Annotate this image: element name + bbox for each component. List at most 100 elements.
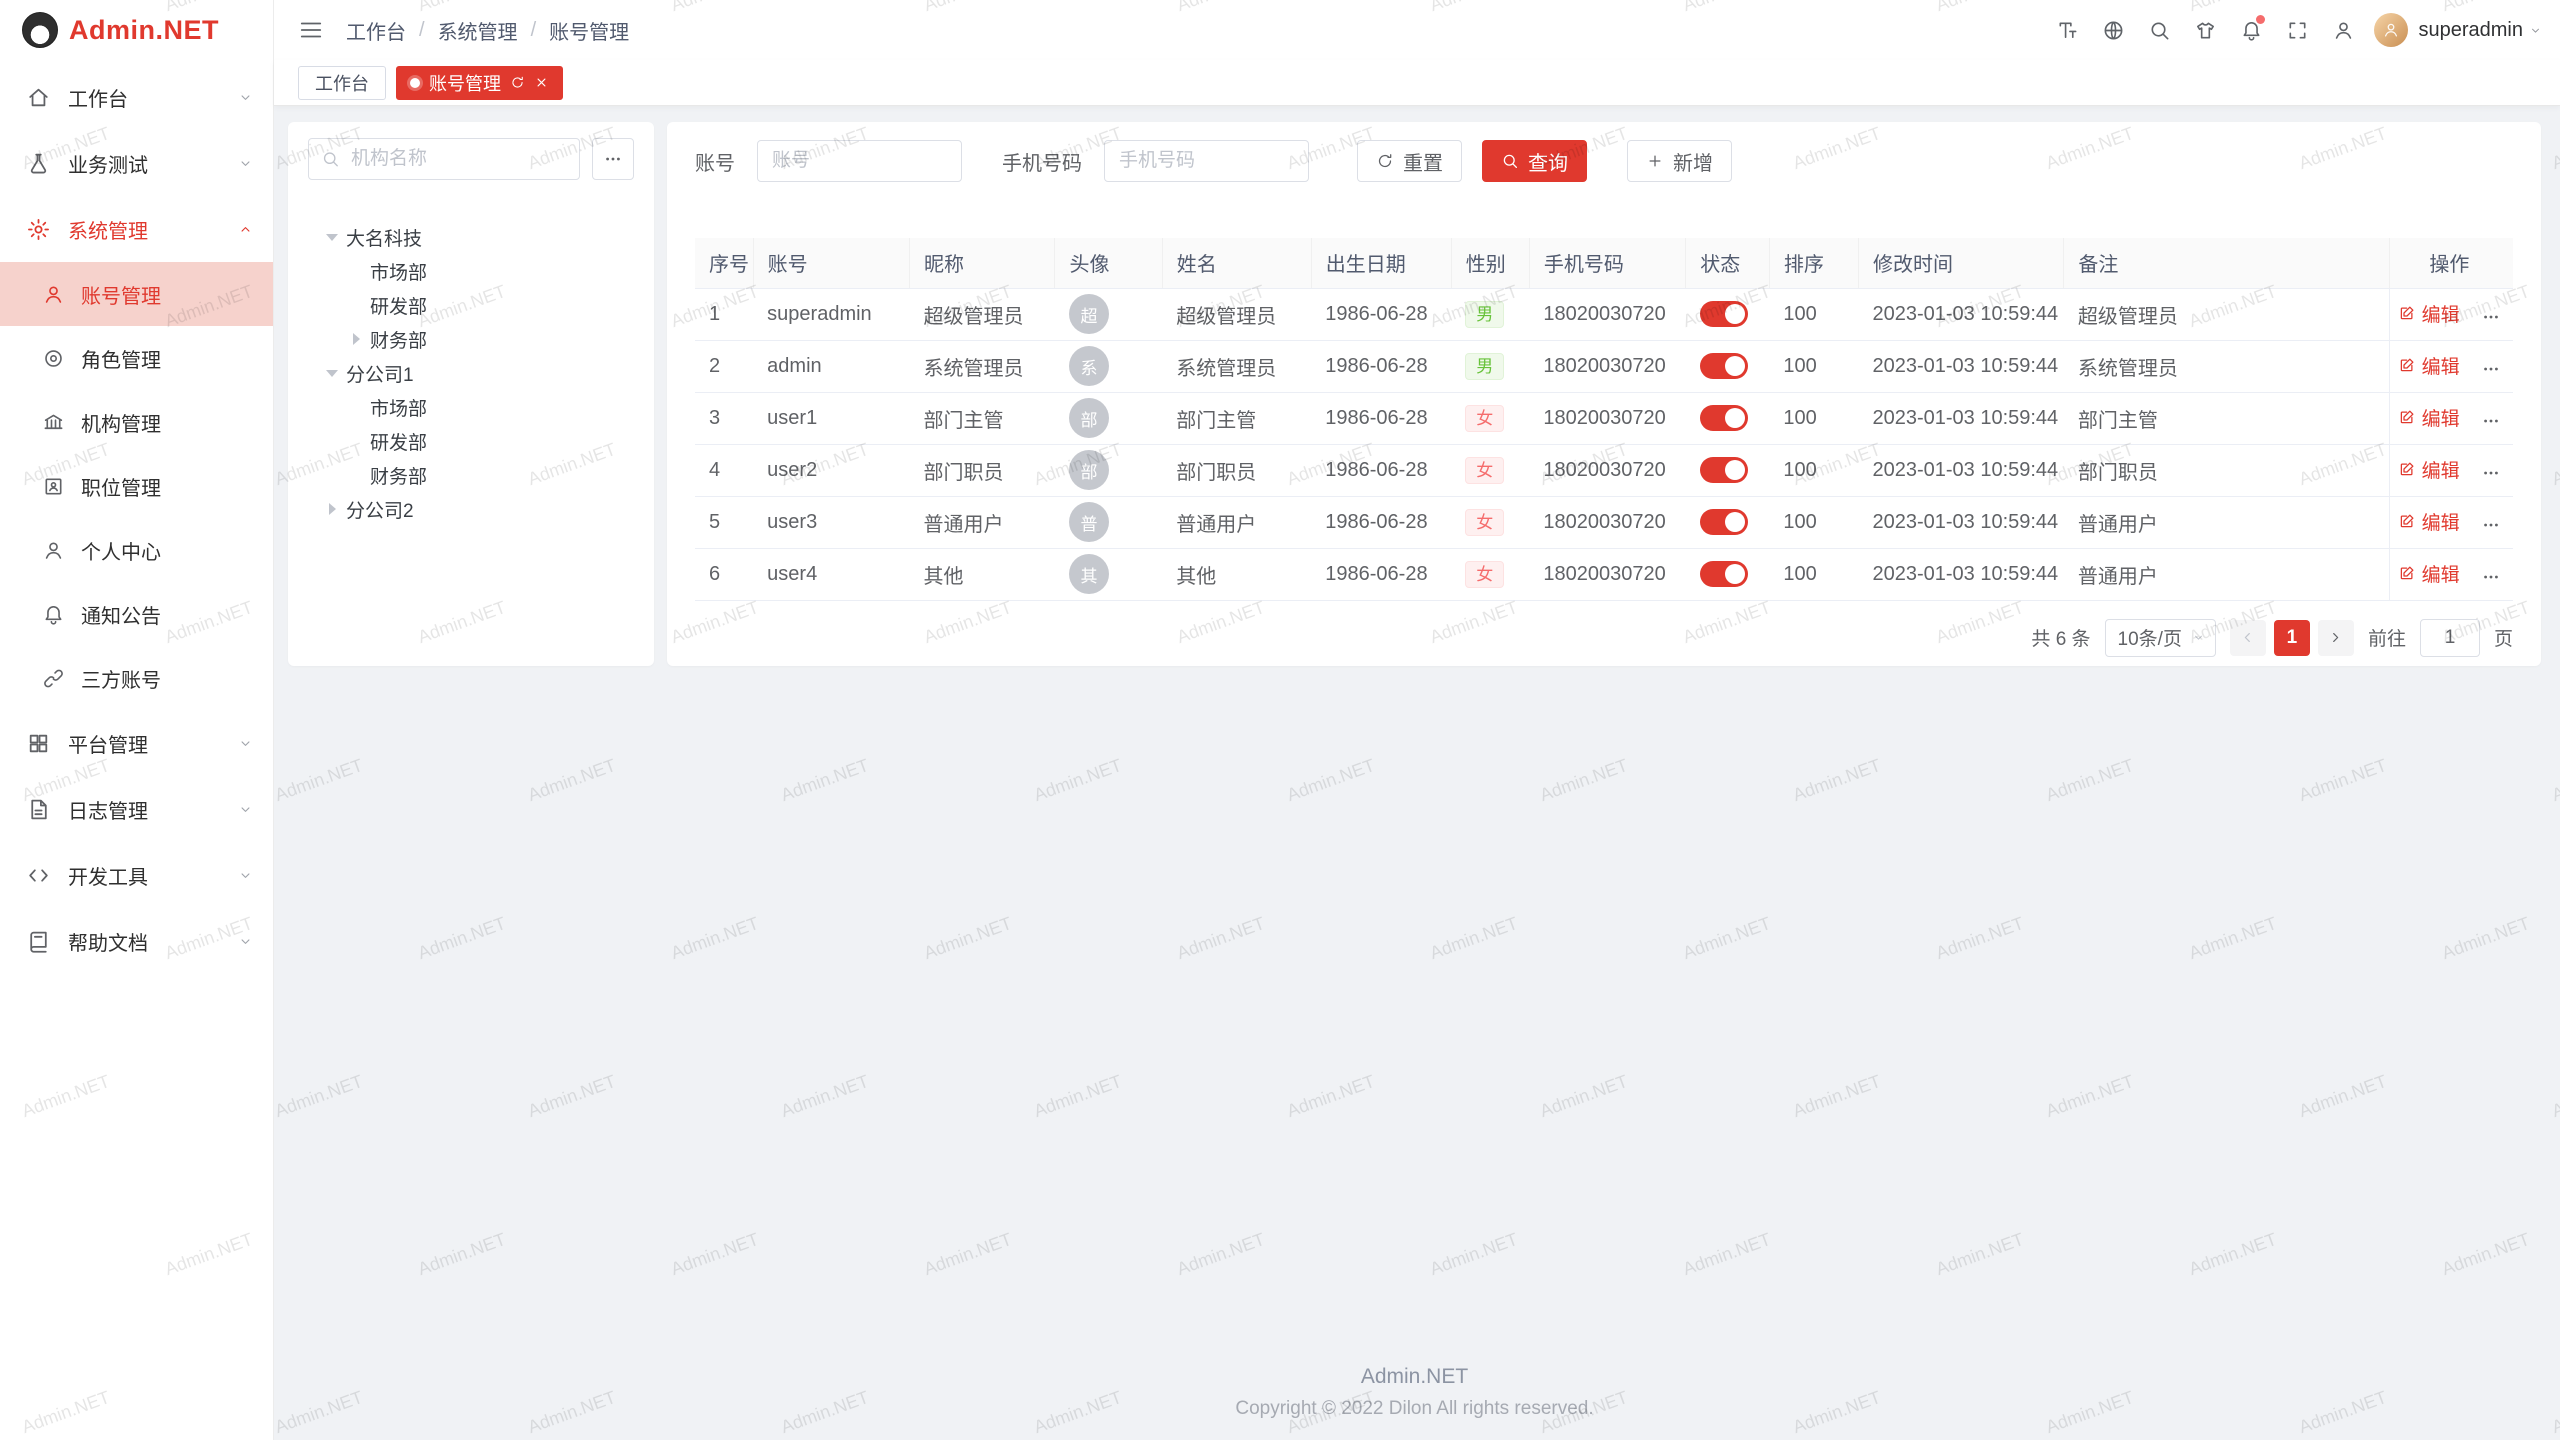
sidebar-item-org-manage[interactable]: 机构管理 <box>0 390 273 454</box>
status-toggle[interactable] <box>1700 561 1748 587</box>
account-input[interactable] <box>757 140 962 182</box>
tree-node[interactable]: 财务部 <box>308 322 634 356</box>
status-toggle[interactable] <box>1700 405 1748 431</box>
tree-node[interactable]: 市场部 <box>308 254 634 288</box>
more-actions-button[interactable] <box>2481 567 2501 587</box>
caret-right-icon[interactable] <box>342 325 370 353</box>
bank-icon <box>42 411 65 434</box>
edit-button[interactable]: 编辑 <box>2398 560 2460 587</box>
sidebar-item-dev-tools[interactable]: 开发工具 <box>0 842 273 908</box>
search-icon <box>321 150 340 169</box>
sidebar-item-log-manage[interactable]: 日志管理 <box>0 776 273 842</box>
more-actions-button[interactable] <box>2481 463 2501 483</box>
page-number-button[interactable]: 1 <box>2274 620 2310 656</box>
status-toggle[interactable] <box>1700 353 1748 379</box>
tree-node[interactable]: 分公司2 <box>308 492 634 526</box>
page-size-select[interactable]: 10条/页 <box>2105 619 2216 657</box>
select-chevron-down-icon <box>2192 631 2205 644</box>
search-label: 查询 <box>1528 147 1568 176</box>
status-toggle[interactable] <box>1700 457 1748 483</box>
tab-refresh-button[interactable] <box>510 75 525 90</box>
prev-page-button[interactable] <box>2230 620 2266 656</box>
edit-label: 编辑 <box>2422 404 2460 431</box>
tree-node[interactable]: 市场部 <box>308 390 634 424</box>
phone-input[interactable] <box>1104 140 1309 182</box>
chevron-down-icon <box>2192 631 2205 644</box>
more-dots-icon <box>2481 567 2501 587</box>
sidebar-item-account-manage[interactable]: 账号管理 <box>0 262 273 326</box>
sidebar-item-help-docs[interactable]: 帮助文档 <box>0 908 273 974</box>
org-tree: 大名科技 市场部 研发部 财务部 分公司1 市场部 研发部 财务部 <box>308 220 634 526</box>
sidebar-item-business-test[interactable]: 业务测试 <box>0 130 273 196</box>
grid-icon <box>26 731 51 756</box>
status-toggle[interactable] <box>1700 301 1748 327</box>
app-logo[interactable]: Admin.NET <box>0 0 273 60</box>
sidebar-item-personal-center[interactable]: 个人中心 <box>0 518 273 582</box>
edit-button[interactable]: 编辑 <box>2398 300 2460 327</box>
reset-button[interactable]: 重置 <box>1357 140 1462 182</box>
breadcrumb-item[interactable]: 系统管理 <box>438 16 518 45</box>
caret-right-icon[interactable] <box>318 495 346 523</box>
sidebar-item-label: 日志管理 <box>68 795 238 824</box>
caret-placeholder <box>342 257 370 285</box>
tabbar: 工作台 账号管理 <box>274 60 2560 106</box>
tree-node[interactable]: 研发部 <box>308 288 634 322</box>
org-search <box>308 138 580 180</box>
cell-name: 其他 <box>1162 548 1311 600</box>
status-toggle[interactable] <box>1700 509 1748 535</box>
more-actions-button[interactable] <box>2481 515 2501 535</box>
more-actions-button[interactable] <box>2481 411 2501 431</box>
add-button[interactable]: 新增 <box>1627 140 1732 182</box>
fullscreen-button[interactable] <box>2274 0 2320 60</box>
tree-node[interactable]: 研发部 <box>308 424 634 458</box>
goto-page-input[interactable] <box>2420 619 2480 657</box>
account-panel: 账号 手机号码 重置 查询 <box>667 122 2541 666</box>
breadcrumb-item[interactable]: 工作台 <box>346 16 406 45</box>
sidebar-item-workbench[interactable]: 工作台 <box>0 64 273 130</box>
pager: 1 <box>2230 620 2354 656</box>
sidebar-item-label: 机构管理 <box>81 408 273 437</box>
person-icon <box>2332 19 2355 42</box>
sidebar-item-third-account[interactable]: 三方账号 <box>0 646 273 710</box>
collapse-menu-button[interactable] <box>298 17 324 43</box>
org-more-button[interactable] <box>592 138 634 180</box>
edit-button[interactable]: 编辑 <box>2398 352 2460 379</box>
edit-icon <box>2398 408 2416 426</box>
theme-button[interactable] <box>2182 0 2228 60</box>
user-menu[interactable]: superadmin <box>2374 13 2542 47</box>
bell-button[interactable] <box>2228 0 2274 60</box>
sidebar-item-position-manage[interactable]: 职位管理 <box>0 454 273 518</box>
sidebar-item-role-manage[interactable]: 角色管理 <box>0 326 273 390</box>
edit-button[interactable]: 编辑 <box>2398 404 2460 431</box>
next-page-button[interactable] <box>2318 620 2354 656</box>
edit-button[interactable]: 编辑 <box>2398 456 2460 483</box>
edit-button[interactable]: 编辑 <box>2398 508 2460 535</box>
tab-account-manage[interactable]: 账号管理 <box>396 66 563 100</box>
code-icon <box>26 863 51 888</box>
cell-gender: 女 <box>1451 496 1529 548</box>
tree-node[interactable]: 大名科技 <box>308 220 634 254</box>
cell-status <box>1686 496 1770 548</box>
cell-actions: 编辑 <box>2389 288 2513 340</box>
globe-button[interactable] <box>2090 0 2136 60</box>
cell-birthday: 1986-06-28 <box>1311 548 1451 600</box>
sidebar-item-notice[interactable]: 通知公告 <box>0 582 273 646</box>
caret-down-icon[interactable] <box>318 223 346 251</box>
more-actions-button[interactable] <box>2481 307 2501 327</box>
tree-node[interactable]: 财务部 <box>308 458 634 492</box>
more-actions-button[interactable] <box>2481 359 2501 379</box>
caret-down-icon[interactable] <box>318 359 346 387</box>
org-search-input[interactable] <box>308 138 580 180</box>
breadcrumb-item[interactable]: 账号管理 <box>549 16 629 45</box>
person-button[interactable] <box>2320 0 2366 60</box>
sidebar-item-system-manage[interactable]: 系统管理 <box>0 196 273 262</box>
text-size-button[interactable] <box>2044 0 2090 60</box>
search-button[interactable]: 查询 <box>1482 140 1587 182</box>
tab-workbench[interactable]: 工作台 <box>298 66 386 100</box>
search-button[interactable] <box>2136 0 2182 60</box>
sidebar-item-platform-manage[interactable]: 平台管理 <box>0 710 273 776</box>
tree-node[interactable]: 分公司1 <box>308 356 634 390</box>
tab-close-button[interactable] <box>534 75 549 90</box>
cell-modified-time: 2023-01-03 10:59:44 <box>1858 444 2063 496</box>
footer-copyright: Copyright © 2022 Dilon All rights reserv… <box>288 1398 2541 1420</box>
